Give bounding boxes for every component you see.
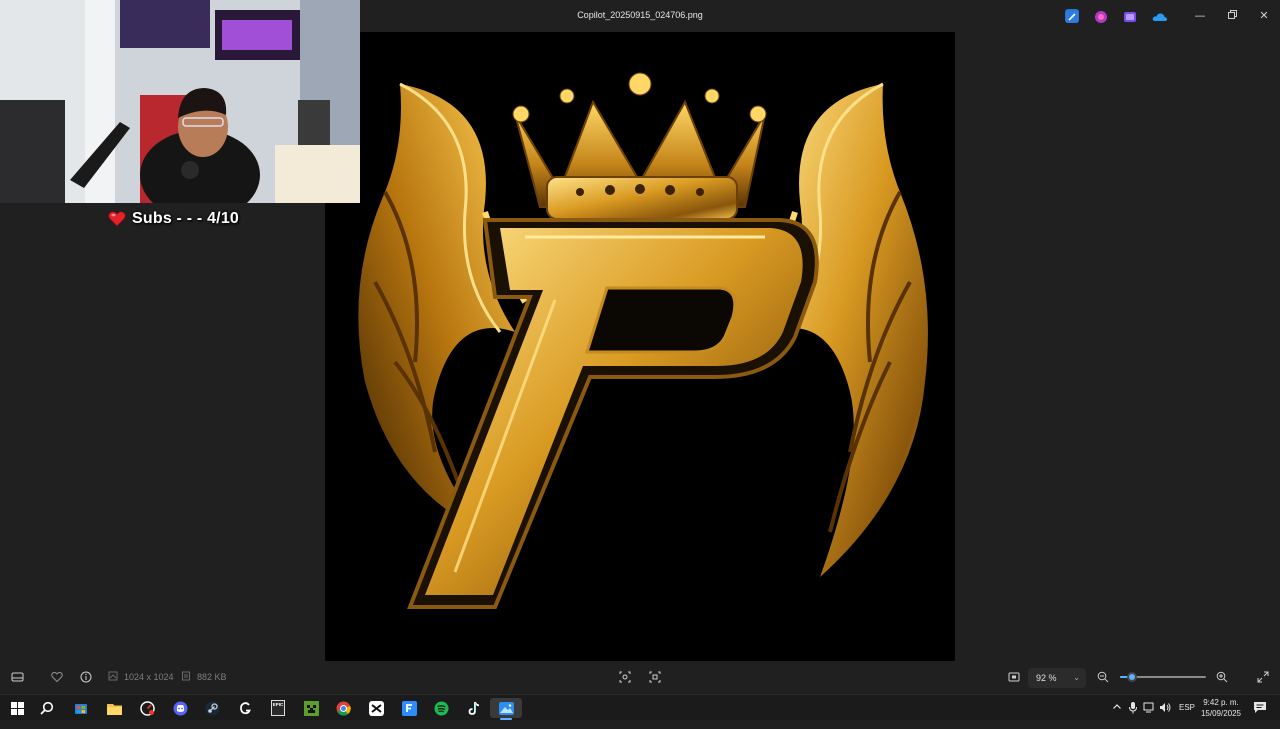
- gog-icon: [239, 701, 251, 714]
- fit-button[interactable]: [1007, 671, 1021, 685]
- taskbar: EPIC ESP 9:42 p. m. 15/09/2025: [0, 694, 1280, 720]
- photos-app-window: Copilot_20250915_024706.png — ✕ Subs - -…: [0, 0, 1280, 694]
- capcut-button[interactable]: [366, 698, 386, 718]
- displayed-image[interactable]: [325, 32, 955, 661]
- clipchamp-icon[interactable]: [1094, 9, 1108, 23]
- status-bar: 1024 x 1024 882 KB 92 % ⌄: [0, 662, 1280, 694]
- network-icon[interactable]: [1143, 702, 1156, 728]
- zoom-out-icon: [1097, 671, 1109, 683]
- files-button[interactable]: [399, 698, 419, 718]
- designer-icon[interactable]: [1123, 9, 1137, 23]
- filmstrip-icon: [11, 672, 23, 682]
- heart-icon: [108, 210, 126, 228]
- file-explorer-button[interactable]: [104, 698, 124, 718]
- discord-icon: [173, 701, 187, 715]
- spotify-icon: [434, 701, 448, 715]
- zoom-slider-thumb[interactable]: [1127, 672, 1138, 682]
- crop-icon: [619, 671, 631, 683]
- file-explorer-icon: [106, 703, 122, 715]
- crown: [512, 72, 767, 220]
- fullscreen-icon: [1257, 671, 1269, 683]
- speedtest-icon: [139, 700, 155, 716]
- info-icon: [80, 671, 92, 683]
- restore-button[interactable]: [1221, 6, 1243, 26]
- favorite-button[interactable]: [50, 671, 64, 685]
- volume-icon[interactable]: [1159, 702, 1172, 728]
- steam-button[interactable]: [202, 698, 222, 718]
- epic-games-icon: EPIC: [271, 700, 285, 716]
- webcam-overlay: [0, 0, 360, 203]
- onedrive-icon[interactable]: [1152, 9, 1168, 23]
- subs-counter: Subs - - - 4/10: [108, 208, 239, 230]
- zoom-value: 92 %: [1036, 673, 1057, 683]
- restore-icon: [1227, 9, 1237, 22]
- clock-time: 9:42 p. m.: [1203, 698, 1239, 707]
- chrome-button[interactable]: [333, 698, 353, 718]
- minecraft-button[interactable]: [301, 698, 321, 718]
- favorite-icon: [51, 671, 63, 683]
- minimize-icon: —: [1194, 9, 1206, 22]
- image-dimensions: 1024 x 1024: [124, 672, 174, 682]
- filmstrip-button[interactable]: [10, 671, 24, 685]
- search-button[interactable]: [37, 698, 57, 718]
- steam-icon: [205, 701, 219, 715]
- photos-button[interactable]: [490, 698, 522, 720]
- minecraft-icon: [303, 700, 319, 716]
- subs-text: Subs - - - 4/10: [132, 210, 240, 227]
- filesize-icon: [179, 671, 193, 685]
- start-button[interactable]: [7, 698, 27, 718]
- zoom-in-button[interactable]: [1215, 671, 1229, 685]
- zoom-in-icon: [1216, 671, 1228, 683]
- tiktok-icon: [468, 701, 479, 715]
- start-icon: [10, 701, 24, 715]
- close-icon: ✕: [1259, 9, 1269, 22]
- chevron-down-icon: ⌄: [1073, 673, 1080, 682]
- chevron-up-icon: [1113, 704, 1121, 709]
- spotify-button[interactable]: [431, 698, 451, 718]
- chrome-icon: [336, 701, 351, 716]
- clock-date: 15/09/2025: [1200, 709, 1242, 718]
- info-button[interactable]: [79, 671, 93, 685]
- files-icon: [401, 700, 417, 716]
- language-indicator[interactable]: ESP: [1179, 703, 1195, 729]
- epic-games-button[interactable]: EPIC: [268, 698, 288, 718]
- window-title: Copilot_20250915_024706.png: [577, 10, 703, 20]
- fit-icon: [1008, 672, 1020, 682]
- notification-icon: [1254, 702, 1266, 713]
- gog-button[interactable]: [235, 698, 255, 718]
- notifications-button[interactable]: [1253, 700, 1267, 726]
- search-icon: [40, 701, 54, 715]
- show-hidden-icons[interactable]: [1112, 702, 1122, 728]
- dimensions-icon: [106, 671, 120, 685]
- paint-icon[interactable]: [1065, 9, 1079, 23]
- clock[interactable]: 9:42 p. m. 15/09/2025: [1198, 697, 1244, 719]
- crop-button[interactable]: [618, 671, 632, 685]
- capcut-icon: [368, 700, 384, 716]
- close-button[interactable]: ✕: [1253, 6, 1275, 26]
- store-icon: [75, 704, 87, 714]
- fullscreen-button[interactable]: [1256, 671, 1270, 685]
- minimize-button[interactable]: —: [1189, 6, 1211, 26]
- store-button[interactable]: [71, 698, 91, 718]
- tiktok-button[interactable]: [464, 698, 484, 718]
- zoom-out-button[interactable]: [1096, 671, 1110, 685]
- photos-icon: [498, 701, 514, 715]
- visual-search-icon: [649, 671, 661, 683]
- visual-search-button[interactable]: [648, 671, 662, 685]
- file-size: 882 KB: [197, 672, 227, 682]
- zoom-dropdown[interactable]: 92 % ⌄: [1028, 668, 1086, 688]
- microphone-icon[interactable]: [1128, 701, 1138, 727]
- discord-button[interactable]: [170, 698, 190, 718]
- crowned-winged-P-logo: [358, 72, 928, 609]
- speedtest-button[interactable]: [137, 698, 157, 718]
